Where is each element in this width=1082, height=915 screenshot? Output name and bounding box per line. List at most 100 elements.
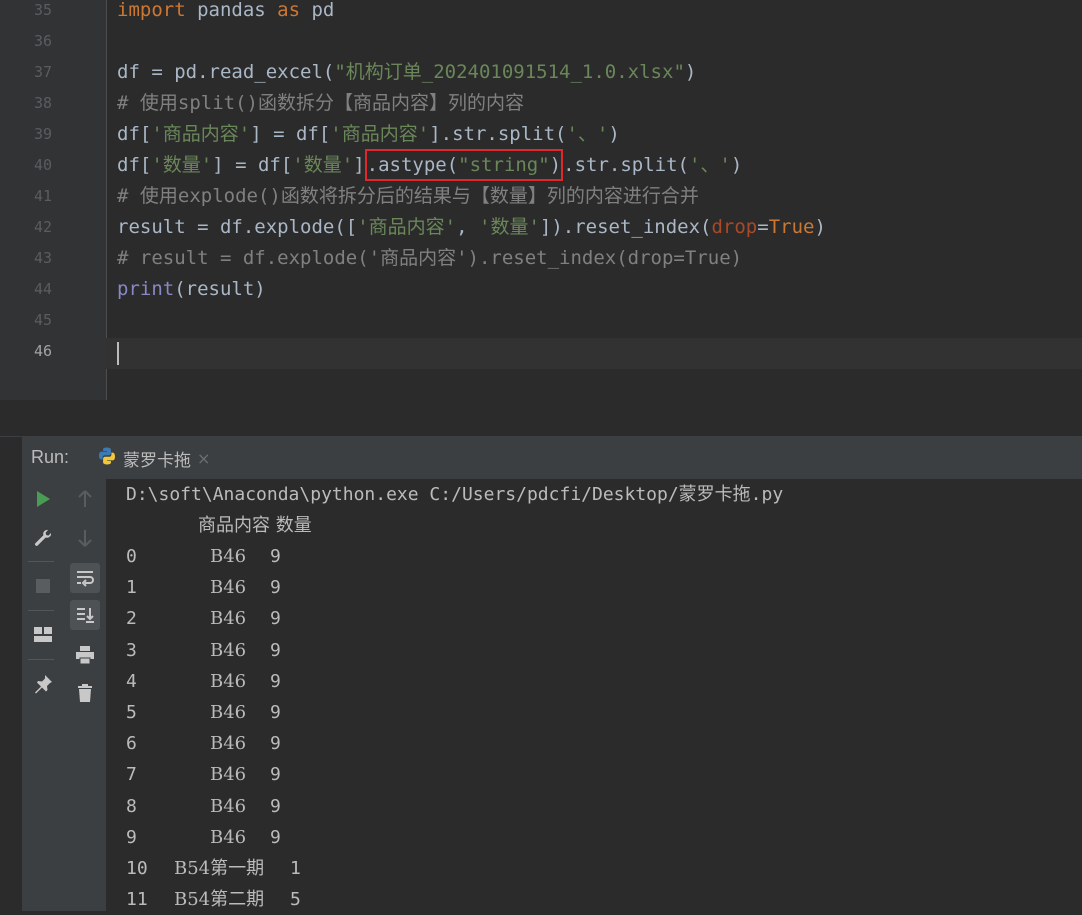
stop-icon[interactable] — [28, 571, 58, 601]
code-text: ) — [608, 123, 620, 145]
column-header-product: 商品内容 — [198, 515, 270, 536]
row-index: 8 — [126, 795, 137, 817]
code-line-40: df['数量'] = df['数量'] .astype("string") .str… — [117, 149, 743, 181]
code-line-42: result = df.explode(['商品内容', '数量']).rese… — [117, 212, 826, 243]
line-number-current: 46 — [33, 342, 52, 360]
string-literal: '商品内容' — [357, 216, 457, 238]
python-icon — [97, 446, 117, 470]
print-icon[interactable] — [70, 640, 100, 670]
run-tab[interactable]: 蒙罗卡拖 × — [97, 437, 210, 479]
down-arrow-icon[interactable] — [70, 523, 100, 553]
run-icon[interactable] — [28, 484, 58, 514]
row-index: 4 — [126, 670, 137, 692]
console-output[interactable]: D:\soft\Anaconda\python.exe C:/Users/pdc… — [106, 479, 1082, 911]
scroll-to-end-icon[interactable] — [70, 600, 100, 630]
wrench-icon[interactable] — [28, 523, 58, 553]
string-literal: '数量' — [292, 154, 354, 176]
line-number: 39 — [33, 125, 52, 143]
row-quantity: 9 — [270, 733, 281, 755]
row-index: 0 — [126, 546, 137, 567]
keyword: as — [277, 0, 301, 21]
console-command: D:\soft\Anaconda\python.exe C:/Users/pdc… — [126, 484, 784, 505]
output-row: 6 B46 9 — [106, 728, 1082, 759]
soft-wrap-icon[interactable] — [70, 563, 100, 593]
run-tab-label: 蒙罗卡拖 — [123, 450, 191, 471]
line-number: 40 — [33, 156, 52, 174]
column-header-quantity: 数量 — [275, 515, 312, 536]
code-line-38: # 使用split()函数拆分【商品内容】列的内容 — [117, 88, 524, 119]
keyword: import — [117, 0, 186, 21]
row-quantity: 9 — [270, 826, 281, 848]
string-literal: '数量' — [479, 216, 540, 238]
string-literal: "string" — [458, 154, 550, 176]
code-text: ].str.split( — [429, 123, 567, 145]
line-number: 43 — [33, 249, 52, 267]
line-number: 44 — [33, 280, 52, 298]
code-line-37: df = pd.read_excel("机构订单_202401091514_1.… — [117, 57, 696, 88]
row-product: B46 — [210, 795, 247, 817]
output-row: 4 B46 9 — [106, 666, 1082, 697]
code-text: ) — [730, 154, 743, 176]
row-quantity: 9 — [270, 639, 281, 661]
pin-icon[interactable] — [28, 669, 58, 699]
run-toolbar — [22, 479, 106, 911]
line-number-gutter: 35 36 37 38 39 40 41 42 43 44 45 46 — [22, 0, 107, 400]
row-product: B54第一期 — [174, 858, 265, 879]
keyword-argument: drop — [711, 216, 758, 238]
output-row: 8 B46 9 — [106, 791, 1082, 822]
code-text: ] = df[ — [212, 154, 293, 176]
comment: # result = df.explode('商品内容').reset_inde… — [117, 247, 743, 269]
row-index: 5 — [126, 702, 137, 723]
row-product: B46 — [210, 826, 247, 848]
up-arrow-icon[interactable] — [70, 484, 100, 514]
output-row: 7 B46 9 — [106, 759, 1082, 790]
code-text: result = df.explode([ — [117, 216, 358, 238]
code-editor[interactable]: 35 36 37 38 39 40 41 42 43 44 45 46 impo… — [0, 0, 1082, 400]
code-text: pd — [300, 0, 335, 21]
row-product: B46 — [210, 546, 247, 567]
output-row: 0 B46 9 — [106, 541, 1082, 572]
row-index: 10 — [126, 858, 148, 879]
output-row: 3 B46 9 — [106, 635, 1082, 666]
code-text: (result) — [174, 278, 266, 300]
row-product: B46 — [210, 702, 247, 723]
row-index: 7 — [126, 764, 137, 786]
row-quantity: 5 — [290, 889, 301, 911]
code-text: ) — [814, 216, 826, 238]
row-product: B46 — [210, 670, 247, 692]
row-product: B46 — [210, 733, 247, 755]
code-text: .str.split( — [563, 154, 689, 176]
code-line-35: import pandas as pd — [117, 0, 334, 26]
string-literal: '商品内容' — [151, 123, 251, 145]
string-literal: '数量' — [151, 154, 213, 176]
editor-left-strip — [0, 0, 22, 400]
comment: # 使用split()函数拆分【商品内容】列的内容 — [117, 92, 524, 114]
output-row: 11 B54第二期 5 — [106, 884, 1082, 915]
run-panel-header: Run: 蒙罗卡拖 × — [22, 437, 1082, 479]
row-product: B54第二期 — [174, 889, 265, 911]
text-caret — [117, 342, 119, 365]
string-literal: '商品内容' — [330, 123, 430, 145]
line-number: 36 — [33, 32, 52, 50]
row-product: B46 — [210, 608, 247, 630]
row-quantity: 9 — [270, 795, 281, 817]
code-text: ]).reset_index( — [539, 216, 712, 238]
trash-icon[interactable] — [70, 678, 100, 708]
highlight-box: .astype("string") — [364, 149, 564, 181]
row-index: 6 — [126, 733, 137, 755]
output-row: 2 B46 9 — [106, 603, 1082, 634]
code-text: ] — [353, 154, 365, 176]
code-line-43: # result = df.explode('商品内容').reset_inde… — [117, 243, 742, 274]
layout-icon[interactable] — [28, 620, 58, 650]
row-product: B46 — [210, 639, 247, 661]
row-quantity: 9 — [270, 608, 281, 630]
string-literal: '、' — [688, 154, 731, 176]
panel-divider[interactable] — [0, 400, 1082, 437]
row-quantity: 9 — [270, 546, 281, 567]
code-text: df = pd.read_excel( — [117, 61, 335, 83]
row-product: B46 — [210, 577, 247, 599]
close-icon[interactable]: × — [197, 449, 210, 468]
code-text: = — [757, 216, 769, 238]
row-product: B46 — [210, 764, 247, 786]
row-index: 3 — [126, 639, 137, 661]
